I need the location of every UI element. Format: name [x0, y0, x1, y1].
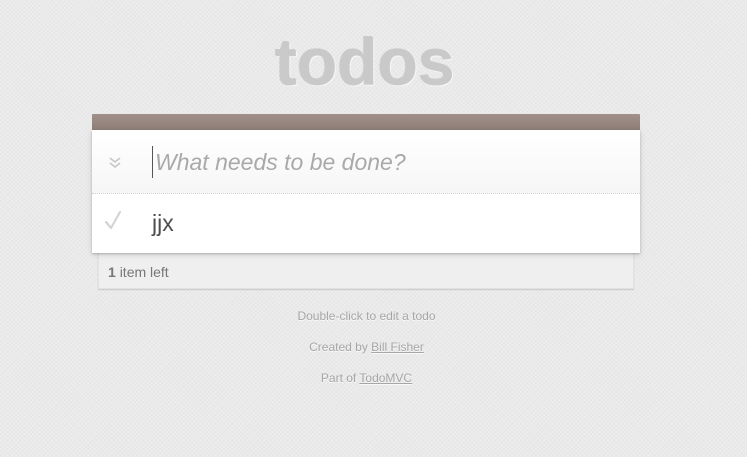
todomvc-link[interactable]: TodoMVC — [359, 371, 412, 385]
todo-footer: 1 item left — [98, 253, 634, 289]
todo-item[interactable]: jjx — [92, 194, 640, 253]
new-todo-input[interactable] — [152, 146, 625, 178]
todo-card: jjx — [92, 130, 640, 253]
edit-hint: Double-click to edit a todo — [297, 309, 436, 323]
app-title: todos — [275, 25, 455, 99]
todo-label[interactable]: jjx — [152, 207, 174, 239]
todo-app: jjx 1 item left — [92, 114, 640, 289]
author-link[interactable]: Bill Fisher — [371, 340, 424, 354]
created-by-prefix: Created by — [309, 340, 368, 354]
part-of-prefix: Part of — [320, 371, 357, 385]
header-bar — [92, 114, 640, 130]
todo-count: 1 item left — [108, 264, 169, 280]
todo-count-number: 1 — [108, 264, 116, 280]
new-todo-row — [92, 130, 640, 194]
todo-count-suffix: item left — [119, 264, 169, 280]
toggle-all-icon[interactable] — [106, 153, 124, 171]
todo-list: jjx — [92, 194, 640, 253]
created-by: Created by Bill Fisher — [0, 340, 733, 354]
part-of: Part of TodoMVC — [0, 371, 733, 385]
check-mark-icon[interactable] — [102, 206, 124, 236]
